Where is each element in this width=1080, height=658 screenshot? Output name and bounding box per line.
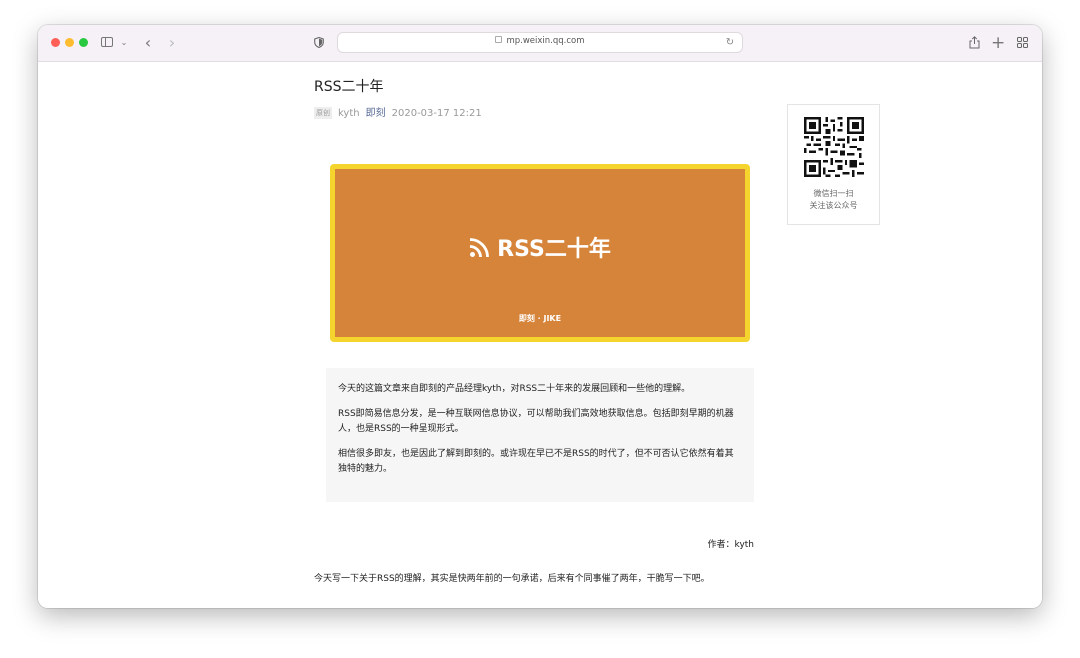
intro-box: 今天的这篇文章来自即刻的产品经理kyth，对RSS二十年来的发展回顾和一些他的理… [326, 368, 754, 502]
article-title: RSS二十年 [314, 79, 384, 95]
cover-brand: 即刻 · JIKE [518, 314, 562, 323]
address-bar[interactable]: mp.weixin.qq.com ↻ [337, 32, 743, 53]
intro-paragraph: 今天的这篇文章来自即刻的产品经理kyth，对RSS二十年来的发展回顾和一些他的理… [338, 384, 691, 394]
article-meta: 原创 kyth 即刻 2020-03-17 12:21 [314, 104, 482, 119]
lock-icon [495, 36, 503, 43]
browser-toolbar: ⌄ ‹ › mp.weixin.qq.com ↻ + [38, 25, 1042, 62]
chevron-down-icon[interactable]: ⌄ [119, 33, 129, 53]
new-tab-icon[interactable]: + [991, 33, 1005, 53]
url-text: mp.weixin.qq.com [506, 36, 585, 46]
author-byline: 作者：kyth [707, 540, 754, 550]
publish-time: 2020-03-17 12:21 [391, 108, 482, 119]
forward-icon[interactable]: › [165, 33, 179, 53]
browser-window: ⌄ ‹ › mp.weixin.qq.com ↻ + RSS二十年 原创 kyt… [38, 25, 1042, 608]
rss-icon [470, 238, 490, 258]
qr-caption-line2: 关注该公众号 [809, 201, 858, 210]
shield-icon[interactable] [312, 33, 326, 53]
close-window-button[interactable] [51, 38, 60, 47]
author-name: kyth [338, 108, 360, 119]
qr-caption-line1: 微信扫一扫 [813, 189, 854, 198]
reload-icon[interactable]: ↻ [724, 33, 736, 53]
intro-paragraph: 相信很多即友，也是因此了解到即刻的。或许现在早已不是RSS的时代了，但不可否认它… [338, 449, 734, 474]
qr-caption: 微信扫一扫 关注该公众号 [788, 188, 879, 212]
zoom-window-button[interactable] [79, 38, 88, 47]
cover-image: RSS二十年 即刻 · JIKE [330, 164, 750, 342]
body-paragraph: 今天写一下关于RSS的理解，其实是快两年前的一句承诺，后来有个同事催了两年，干脆… [314, 574, 710, 584]
original-tag: 原创 [314, 107, 332, 119]
intro-paragraph: RSS即简易信息分发，是一种互联网信息协议，可以帮助我们高效地获取信息。包括即刻… [338, 409, 734, 434]
cover-title-text: RSS二十年 [497, 237, 611, 262]
sidebar-icon[interactable] [101, 37, 113, 47]
account-link[interactable]: 即刻 [366, 108, 386, 119]
page-content: RSS二十年 原创 kyth 即刻 2020-03-17 12:21 RSS二十年 即… [38, 62, 1042, 608]
qr-card: 微信扫一扫 关注该公众号 [787, 104, 880, 225]
cover-image-fill: RSS二十年 即刻 · JIKE [335, 169, 745, 337]
back-icon[interactable]: ‹ [141, 33, 155, 53]
share-icon[interactable] [967, 33, 981, 53]
tab-overview-icon[interactable] [1015, 33, 1029, 53]
qr-code[interactable] [804, 117, 864, 177]
cover-title: RSS二十年 [335, 231, 745, 263]
minimize-window-button[interactable] [65, 38, 74, 47]
